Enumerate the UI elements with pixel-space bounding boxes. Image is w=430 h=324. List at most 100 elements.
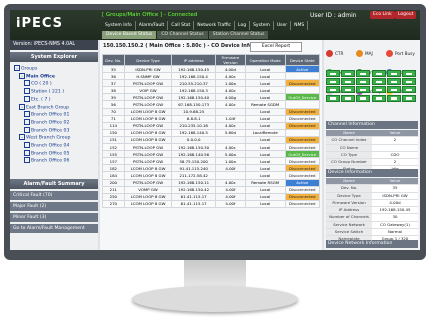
column-header[interactable]: IP address [171, 54, 217, 66]
channel-port-icon[interactable] [401, 78, 416, 86]
channel-port-icon[interactable] [326, 78, 340, 86]
column-header[interactable]: Device Type [123, 54, 173, 66]
tree-node[interactable]: Station ( 221 ) [14, 88, 95, 96]
table-cell: PSTN-LOOP GW [123, 121, 173, 130]
channel-port-icon[interactable] [356, 94, 371, 102]
table-row[interactable]: 200 PSTN-LOOP GW 192.168.150.11 4.00c Remote… [102, 178, 321, 187]
table-cell: 192.168.150.4 [171, 72, 217, 81]
table-row[interactable]: 70 LCOM LOOP 8 GW 10.9.68.25 Local Disconnec… [102, 107, 321, 116]
table-row[interactable]: 157 PSTN-LOOP GW 58.75.150.200 1.00a Local Di… [102, 157, 321, 166]
table-row[interactable]: 155 PSTN-LOOP GW 192.168.140.56 5.00a Local O… [102, 150, 321, 159]
alarm-item[interactable]: Go to Alarm/Fault Management [10, 224, 98, 233]
channel-port-icon[interactable] [326, 94, 340, 102]
channel-port-icon[interactable] [401, 70, 416, 77]
alarm-summary-header: Alarm/Fault Summary [10, 179, 98, 189]
tab-device-based-status[interactable]: Device Based Status [102, 31, 157, 39]
alarm-item[interactable]: Critical Fault (70) [10, 191, 98, 200]
menu-item-system[interactable]: System [250, 21, 274, 30]
menu-item-alarm-fault[interactable]: Alarm/Fault [136, 21, 169, 30]
alarm-item[interactable]: Major Fault (2) [10, 202, 98, 211]
channel-port-icon[interactable] [326, 86, 340, 94]
tab-station-channel-status[interactable]: Station Channel Status [208, 31, 269, 39]
info-key: Name [326, 178, 372, 185]
menu-item-log[interactable]: Log [235, 21, 251, 30]
menu-item-user[interactable]: User [274, 21, 292, 30]
table-cell: 157 [102, 157, 125, 166]
table-row[interactable]: 39 PSTN-LOOP GW 192.168.150.40 4.00g Local Ou… [102, 93, 321, 102]
channel-port-icon[interactable] [386, 86, 401, 94]
menu-item-nms[interactable]: NMS [291, 21, 309, 30]
channel-port-icon[interactable] [371, 86, 386, 94]
menu-item-call-stat[interactable]: Call Stat [168, 21, 195, 30]
table-row[interactable]: 71 LCOM LOOP 8 GW 6.8.8.1 1.04f Local Disconn… [102, 114, 321, 123]
app-header: iPECS [ Groups/Main Office ] - Connected… [10, 10, 420, 40]
table-row[interactable]: 270 LCOM LOOP 8 GW 61.41.115.17 4.00f Local D… [102, 199, 321, 208]
tree-node[interactable]: Branch Office 05 [14, 149, 95, 158]
table-row[interactable]: 150 LCOM LOOP 8 GW 192.168.140.5 5.80d Local… [102, 128, 321, 137]
menu-item-network-traffic[interactable]: Network Traffic [194, 21, 236, 30]
table-row[interactable]: 56 PSTN-LOOP GW 67.168.150.173 4.00c Remote … [102, 100, 321, 109]
channel-port-icon[interactable] [371, 70, 386, 77]
table-row[interactable]: 182 LCOM LOOP 8 GW 91.41.115.240 4.00f Local… [102, 164, 321, 173]
channel-port-icon[interactable] [356, 86, 371, 94]
table-cell: 6.8.8.1 [171, 114, 217, 123]
channel-port-icon[interactable] [341, 86, 356, 94]
tree-node[interactable]: Branch Office 02 [14, 118, 95, 127]
channel-port-icon[interactable] [356, 70, 371, 77]
table-row[interactable]: 38 VOIP GW 192.168.150.3 4.00c Local OutOf_Se… [102, 86, 321, 95]
table-row[interactable]: 250 LCOM LOOP 8 GW 61.41.115.17 4.00f Local D… [102, 192, 321, 201]
channel-port-icon[interactable] [386, 94, 401, 102]
channel-port-icon[interactable] [401, 86, 416, 94]
table-row[interactable]: 36 H.SNMP GW 192.168.150.4 4.00c Local Active [102, 72, 321, 81]
alarm-item[interactable]: Minor Fault (3) [10, 213, 98, 222]
menu-item-system-info[interactable]: System Info [102, 21, 136, 30]
table-cell: PSTN-LOOP GW [123, 93, 173, 102]
excel-report-button[interactable]: Excel Report [250, 42, 302, 52]
channel-port-icon[interactable] [326, 70, 340, 77]
table-row[interactable]: 151 LCOM LOOP 8 GW 0.0.0.0 Local Disconnecte… [102, 135, 321, 145]
legend-item: MAJ [356, 50, 386, 58]
tree-node[interactable]: − Main Office [14, 72, 95, 81]
tree-node[interactable]: Etc. ( 7 ) [14, 95, 95, 104]
channel-port-icon[interactable] [356, 78, 371, 86]
channel-port-icon[interactable] [371, 78, 386, 86]
channel-port-icon[interactable] [386, 78, 401, 86]
table-row[interactable]: 184 LCOM LOOP 8 GW 211.172.58.42 Local Disco… [102, 171, 321, 180]
info-row: IP Address 192.168.150.45 [326, 207, 418, 215]
channel-port-icon[interactable] [401, 94, 416, 102]
channel-port-icon[interactable] [341, 94, 356, 102]
info-value: Normal [372, 229, 418, 236]
table-row[interactable]: 37 PSTN-LOOP GW 210.55.210.37 1.00a Local Dis… [102, 79, 321, 88]
table-row[interactable]: 35 ISDN-PRI GW 192.168.150.45 4.00d Local Act… [102, 64, 321, 74]
tree-node[interactable]: Branch Office 03 [14, 126, 95, 135]
node-icon [24, 157, 30, 164]
table-row[interactable]: 114 PSTN-LOOP GW 210.235.10.18 4.00c Local Di… [102, 121, 321, 130]
legend-item: CTR [326, 50, 356, 58]
eco-link-button[interactable]: Eco Link [370, 11, 395, 19]
logout-button[interactable]: Logout [395, 11, 417, 19]
table-cell: 211 [102, 185, 125, 194]
column-header[interactable]: Firmware Version [215, 54, 246, 66]
channel-port-icon[interactable] [371, 94, 386, 102]
tree-node[interactable]: − Groups [14, 65, 95, 73]
column-header[interactable]: Device State [284, 54, 321, 66]
info-value: Value [372, 130, 418, 137]
column-header[interactable]: Operation Mode [244, 54, 286, 66]
table-row[interactable]: 211 VOMP GW 192.168.150.42 4.00f Local Discon… [102, 185, 321, 194]
channel-port-icon[interactable] [386, 70, 401, 77]
tab-co-channel-status[interactable]: CO Channel Status [157, 31, 208, 39]
table-cell: ISDN-PRI GW [123, 64, 173, 74]
channel-port-icon[interactable] [341, 70, 356, 77]
tree-node[interactable]: CO ( 20 ) [14, 80, 95, 88]
tree-node[interactable]: − East Branch Group [14, 103, 95, 112]
table-row[interactable]: 152 PSTN-LOOP GW 192.168.150.30 4.00c Local D… [102, 143, 321, 152]
tree-node[interactable]: Branch Office 06 [14, 157, 95, 165]
info-row: CO Name [326, 144, 418, 152]
device-state-cell: Disconnected [284, 121, 321, 130]
tree-node[interactable]: − West Branch Group [14, 134, 95, 142]
channel-port-icon[interactable] [341, 78, 356, 86]
info-key: CO Name [326, 144, 372, 151]
column-header[interactable]: Dev. No. [102, 54, 125, 66]
tree-node[interactable]: Branch Office 04 [14, 142, 95, 150]
tree-node[interactable]: Branch Office 01 [14, 111, 95, 119]
